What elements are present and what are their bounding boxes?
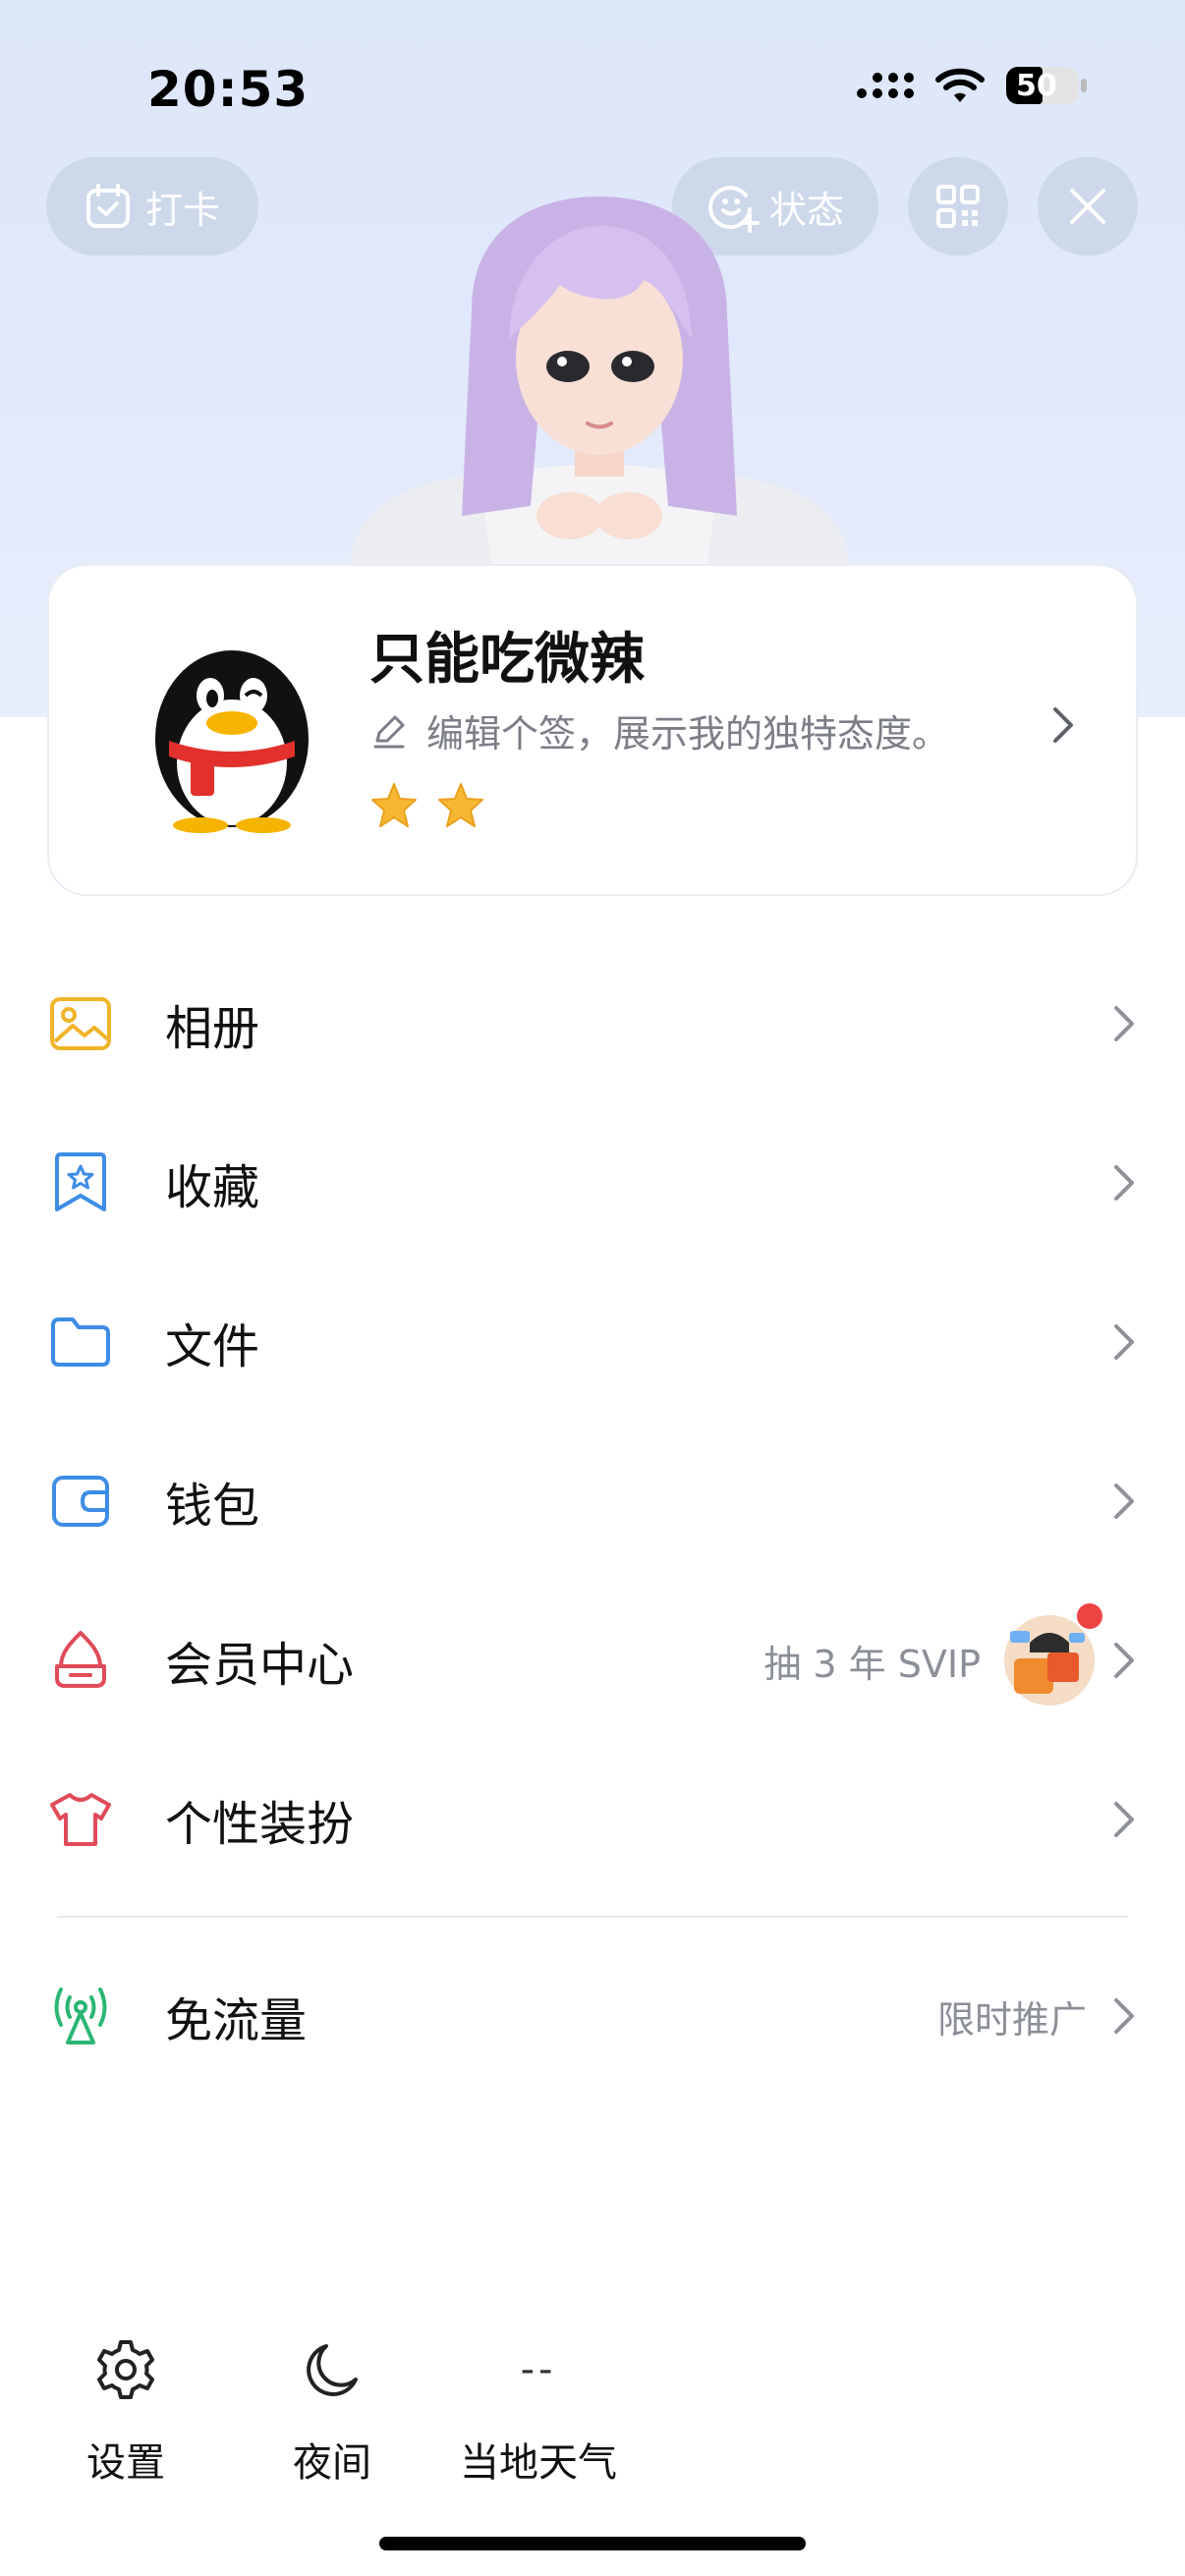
menu-item-favorites[interactable]: 收藏 xyxy=(47,1114,1138,1252)
menu-label: 钱包 xyxy=(165,1479,260,1534)
star-icon xyxy=(438,783,483,827)
weather-label: 当地天气 xyxy=(460,2440,617,2486)
weather-value: -- xyxy=(520,2347,557,2392)
tshirt-icon xyxy=(50,1793,111,1846)
menu-item-personalize[interactable]: 个性装扮 xyxy=(47,1751,1138,1888)
vip-promo-thumbnail xyxy=(1002,1603,1102,1708)
pencil-icon xyxy=(373,715,405,748)
chevron-right-icon xyxy=(1114,1802,1134,1837)
close-button[interactable] xyxy=(1038,157,1138,255)
menu-label: 文件 xyxy=(165,1319,260,1374)
local-weather-button[interactable]: -- 当地天气 xyxy=(440,2328,637,2488)
qr-code-icon xyxy=(936,185,980,228)
favorites-icon xyxy=(55,1152,106,1211)
wifi-icon xyxy=(935,68,985,102)
avatar-3d-figure[interactable] xyxy=(334,192,865,565)
signature-row[interactable]: 编辑个签，展示我的独特态度。 xyxy=(369,703,1077,757)
folder-icon xyxy=(51,1317,110,1367)
gear-icon xyxy=(97,2340,154,2399)
star-icon xyxy=(371,783,417,827)
notification-dot xyxy=(1077,1603,1102,1629)
section-divider xyxy=(57,1916,1128,1918)
menu-item-album[interactable]: 相册 xyxy=(47,955,1138,1092)
chevron-right-icon xyxy=(1114,1998,1134,2034)
menu-item-wallet[interactable]: 钱包 xyxy=(47,1432,1138,1570)
menu-label: 收藏 xyxy=(165,1160,260,1215)
chevron-right-icon xyxy=(1114,1324,1134,1360)
menu-label: 免流量 xyxy=(165,1993,308,2048)
album-icon xyxy=(50,997,111,1050)
home-indicator[interactable] xyxy=(379,2537,806,2550)
antenna-icon xyxy=(54,1988,107,2044)
battery-level: 50 xyxy=(1016,68,1057,103)
night-mode-label: 夜间 xyxy=(293,2440,371,2486)
status-bar-indicators: 50 xyxy=(857,67,1087,104)
level-stars xyxy=(369,782,485,829)
avatar[interactable] xyxy=(128,625,336,833)
vip-crown-icon xyxy=(55,1631,106,1688)
menu-item-files[interactable]: 文件 xyxy=(47,1273,1138,1411)
calendar-check-icon xyxy=(85,184,130,228)
settings-label: 设置 xyxy=(86,2440,165,2486)
checkin-label: 打卡 xyxy=(144,188,220,232)
menu-label: 个性装扮 xyxy=(165,1797,355,1852)
menu-item-free-data[interactable]: 免流量 限时推广 xyxy=(47,1947,1138,2085)
profile-card[interactable]: 只能吃微辣 编辑个签，展示我的独特态度。 xyxy=(47,564,1138,896)
vip-promo-text: 抽 3 年 SVIP xyxy=(763,1642,981,1686)
chevron-right-icon xyxy=(1114,1484,1134,1519)
signature-text: 编辑个签，展示我的独特态度。 xyxy=(426,712,950,756)
settings-button[interactable]: 设置 xyxy=(28,2328,224,2488)
cellular-signal-icon xyxy=(857,73,914,98)
battery-icon: 50 xyxy=(1006,67,1079,104)
profile-nickname: 只能吃微辣 xyxy=(369,628,645,692)
qr-code-button[interactable] xyxy=(908,157,1008,255)
wallet-icon xyxy=(52,1476,109,1527)
chevron-right-icon xyxy=(1114,1643,1134,1678)
night-mode-button[interactable]: 夜间 xyxy=(234,2328,430,2488)
moon-icon xyxy=(307,2344,358,2396)
chevron-right-icon xyxy=(1053,707,1073,743)
status-bar-time: 20:53 xyxy=(147,61,310,118)
close-icon xyxy=(1070,189,1105,224)
checkin-button[interactable]: 打卡 xyxy=(46,157,258,255)
chevron-right-icon xyxy=(1114,1006,1134,1041)
menu-label: 会员中心 xyxy=(165,1638,355,1693)
menu-label: 相册 xyxy=(165,1001,260,1056)
chevron-right-icon xyxy=(1114,1165,1134,1201)
promo-label: 限时推广 xyxy=(936,1997,1087,2042)
menu-item-vip-center[interactable]: 会员中心 抽 3 年 SVIP xyxy=(47,1592,1138,1729)
